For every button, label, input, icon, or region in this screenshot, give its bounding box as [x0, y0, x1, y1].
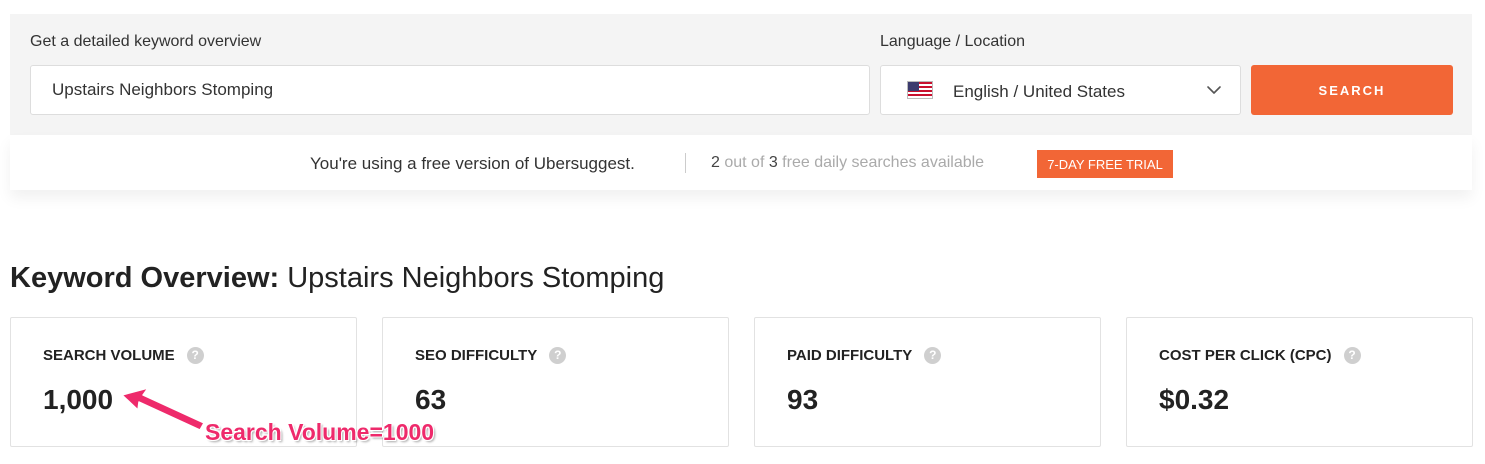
language-location-value: English / United States: [953, 82, 1125, 101]
metric-card-paid-difficulty: PAID DIFFICULTY ? 93: [754, 317, 1101, 447]
help-icon[interactable]: ?: [549, 347, 567, 364]
metric-value-cpc: $0.32: [1159, 384, 1230, 415]
metric-label-text: SEARCH VOLUME: [43, 347, 175, 364]
page: Get a detailed keyword overview Language…: [0, 0, 1485, 464]
help-icon[interactable]: ?: [1343, 347, 1361, 364]
searches-out-of: out of: [719, 154, 769, 171]
divider: [685, 153, 686, 173]
metric-label-seo-difficulty: SEO DIFFICULTY ?: [415, 347, 567, 364]
free-trial-button[interactable]: 7-DAY FREE TRIAL: [1037, 150, 1173, 178]
daily-searches-status: 2 out of 3 free daily searches available: [711, 154, 984, 172]
metric-value-paid-difficulty: 93: [787, 384, 819, 415]
searches-suffix: free daily searches available: [777, 154, 985, 171]
searches-used: 2: [711, 154, 720, 171]
page-title: Keyword Overview: Upstairs Neighbors Sto…: [10, 262, 664, 295]
language-location-select[interactable]: English / United States: [880, 65, 1241, 115]
title-prefix: Keyword Overview:: [10, 262, 280, 294]
help-icon[interactable]: ?: [186, 347, 204, 364]
metric-value-search-volume: 1,000: [43, 384, 114, 415]
language-label: Language / Location: [880, 33, 1026, 50]
us-flag-icon: [907, 81, 933, 99]
metric-label-search-volume: SEARCH VOLUME ?: [43, 347, 204, 364]
search-panel: Get a detailed keyword overview Language…: [10, 14, 1472, 135]
chevron-down-icon: [1207, 86, 1221, 94]
free-version-message: You're using a free version of Ubersugge…: [310, 154, 635, 173]
annotation-label: Search Volume=1000: [205, 419, 435, 445]
free-version-bar: You're using a free version of Ubersugge…: [10, 135, 1472, 190]
metric-card-cpc: COST PER CLICK (CPC) ? $0.32: [1126, 317, 1473, 447]
metric-label-paid-difficulty: PAID DIFFICULTY ?: [787, 347, 942, 364]
keyword-input[interactable]: [30, 65, 870, 115]
search-button[interactable]: SEARCH: [1251, 65, 1453, 115]
metric-label-text: COST PER CLICK (CPC): [1159, 347, 1332, 364]
help-icon[interactable]: ?: [924, 347, 942, 364]
title-keyword: Upstairs Neighbors Stomping: [279, 262, 665, 294]
keyword-label: Get a detailed keyword overview: [30, 33, 262, 50]
annotation-arrow-icon: [121, 387, 205, 431]
searches-total: 3: [768, 154, 778, 171]
metric-value-seo-difficulty: 63: [415, 384, 447, 415]
metric-label-cpc: COST PER CLICK (CPC) ?: [1159, 347, 1361, 364]
metric-label-text: SEO DIFFICULTY: [415, 347, 538, 364]
metric-label-text: PAID DIFFICULTY: [787, 347, 913, 364]
